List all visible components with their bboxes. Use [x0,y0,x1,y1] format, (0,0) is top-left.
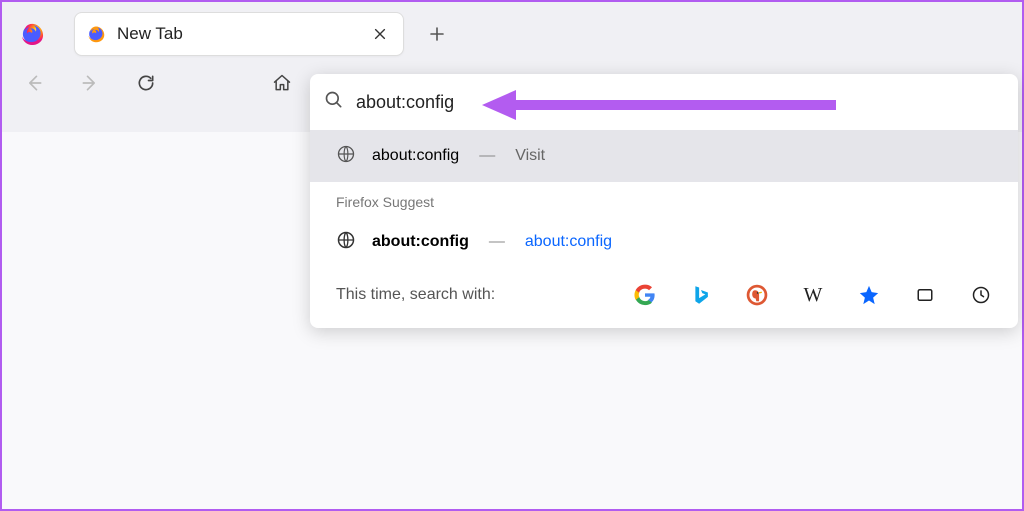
engine-bing[interactable] [690,284,712,306]
engine-wikipedia[interactable]: W [802,284,824,306]
globe-icon [336,230,356,255]
suggestion-firefox-suggest[interactable]: about:config — about:config [310,216,1018,268]
back-button [16,65,52,101]
urlbar-panel: about:config — Visit Firefox Suggest abo… [310,74,1018,328]
engine-history[interactable] [970,284,992,306]
arrow-left-icon [24,73,44,93]
tab-close-button[interactable] [369,23,391,45]
new-tab-button[interactable] [422,19,452,49]
suggestion-text: about:config [372,147,459,165]
engine-google[interactable] [634,284,656,306]
tab-strip: New Tab [2,2,1022,57]
engine-bookmarks[interactable] [858,284,880,306]
home-button[interactable] [264,65,300,101]
reload-icon [136,73,156,93]
suggestion-text: about:config [372,233,469,251]
active-tab[interactable]: New Tab [74,12,404,56]
search-icon [324,90,344,115]
home-icon [272,73,292,93]
search-with-label: This time, search with: [336,286,495,304]
star-icon [858,284,880,306]
separator: — [489,233,505,251]
app-menu-icon[interactable] [8,22,56,46]
suggestion-action: Visit [515,147,545,165]
engine-duckduckgo[interactable] [746,284,768,306]
history-icon [971,285,991,305]
firefox-logo-icon [20,22,44,46]
duckduckgo-icon [746,284,768,306]
reload-button[interactable] [128,65,164,101]
engine-tabs[interactable] [914,284,936,306]
search-with-row: This time, search with: W [310,268,1018,328]
suggestion-visit[interactable]: about:config — Visit [310,130,1018,182]
tab-title: New Tab [117,24,369,44]
forward-button [72,65,108,101]
bing-icon [691,284,711,306]
google-icon [634,284,656,306]
separator: — [479,147,495,165]
tabs-icon [914,286,936,304]
close-icon [373,27,387,41]
globe-icon [336,144,356,169]
suggest-section-label: Firefox Suggest [310,182,1018,216]
suggestion-sub: about:config [525,233,612,251]
arrow-right-icon [80,73,100,93]
firefox-favicon-icon [87,25,105,43]
urlbar[interactable] [310,74,1018,130]
url-input[interactable] [356,92,1004,113]
plus-icon [429,26,445,42]
